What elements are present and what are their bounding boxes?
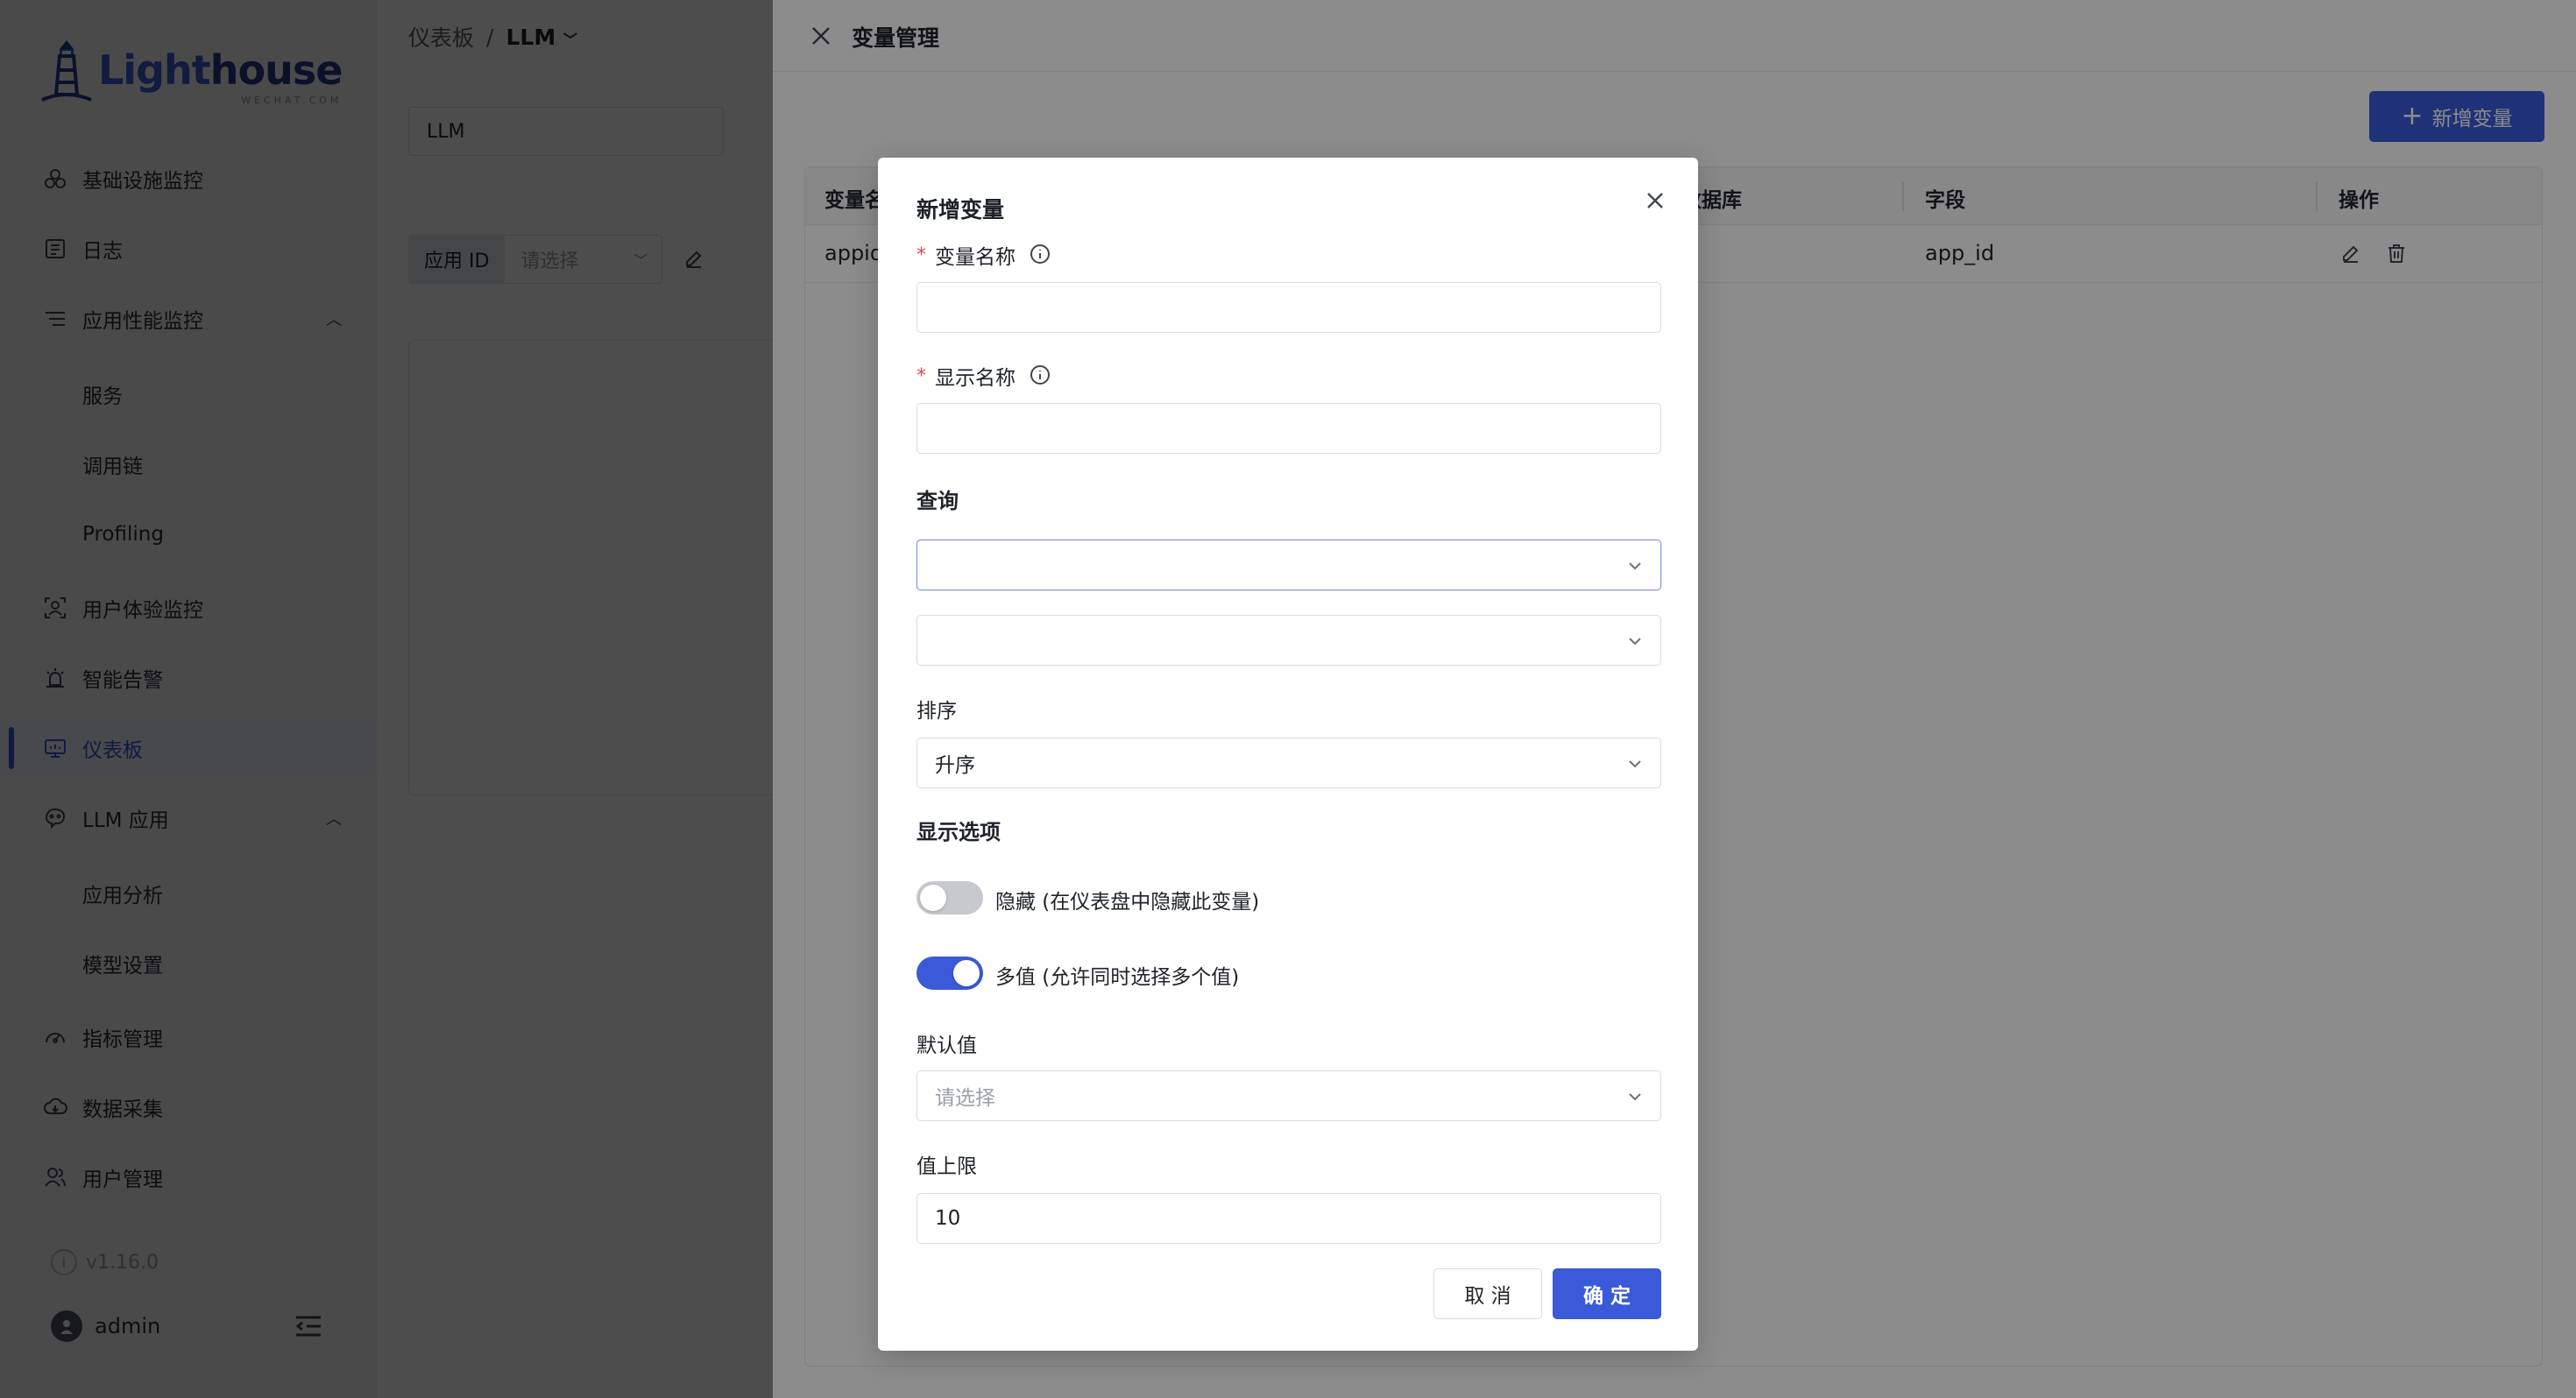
default-value-select[interactable]: 请选择 <box>916 1070 1661 1121</box>
value-limit-input[interactable]: 10 <box>916 1193 1661 1244</box>
query-field-select[interactable] <box>916 615 1661 666</box>
variable-name-input[interactable] <box>916 282 1661 333</box>
chevron-down-icon <box>1627 754 1645 772</box>
required-mark: * <box>916 244 926 266</box>
add-variable-modal: 新增变量 * 变量名称 * 显示名称 查询 排序 升序 显示选项 隐藏 (在仪表… <box>878 158 1698 1351</box>
display-name-label: * 显示名称 <box>916 361 1052 391</box>
default-value-label: 默认值 <box>916 1034 977 1057</box>
chevron-down-icon <box>1627 556 1645 574</box>
multi-value-toggle-label: 多值 (允许同时选择多个值) <box>995 966 1240 989</box>
query-datasource-select[interactable] <box>916 540 1661 590</box>
toggle-knob <box>953 960 980 986</box>
cancel-button[interactable]: 取 消 <box>1433 1268 1542 1319</box>
variable-name-label: * 变量名称 <box>916 240 1052 270</box>
display-name-input[interactable] <box>916 403 1661 454</box>
confirm-button[interactable]: 确 定 <box>1553 1268 1661 1319</box>
hide-toggle[interactable] <box>916 881 983 914</box>
info-icon[interactable] <box>1030 364 1052 387</box>
toggle-knob <box>920 885 946 911</box>
info-icon[interactable] <box>1030 244 1052 266</box>
chevron-down-icon <box>1627 1087 1645 1105</box>
hide-toggle-label: 隐藏 (在仪表盘中隐藏此变量) <box>995 891 1260 914</box>
sort-label: 排序 <box>916 700 957 723</box>
sort-select[interactable]: 升序 <box>916 738 1661 788</box>
required-mark: * <box>916 364 926 387</box>
query-label: 查询 <box>916 489 959 513</box>
close-icon[interactable] <box>1644 189 1668 214</box>
chevron-down-icon <box>1627 632 1645 649</box>
modal-title: 新增变量 <box>916 197 1005 222</box>
value-limit-label: 值上限 <box>916 1155 977 1178</box>
display-options-label: 显示选项 <box>916 820 1001 844</box>
multi-value-toggle[interactable] <box>916 957 983 990</box>
